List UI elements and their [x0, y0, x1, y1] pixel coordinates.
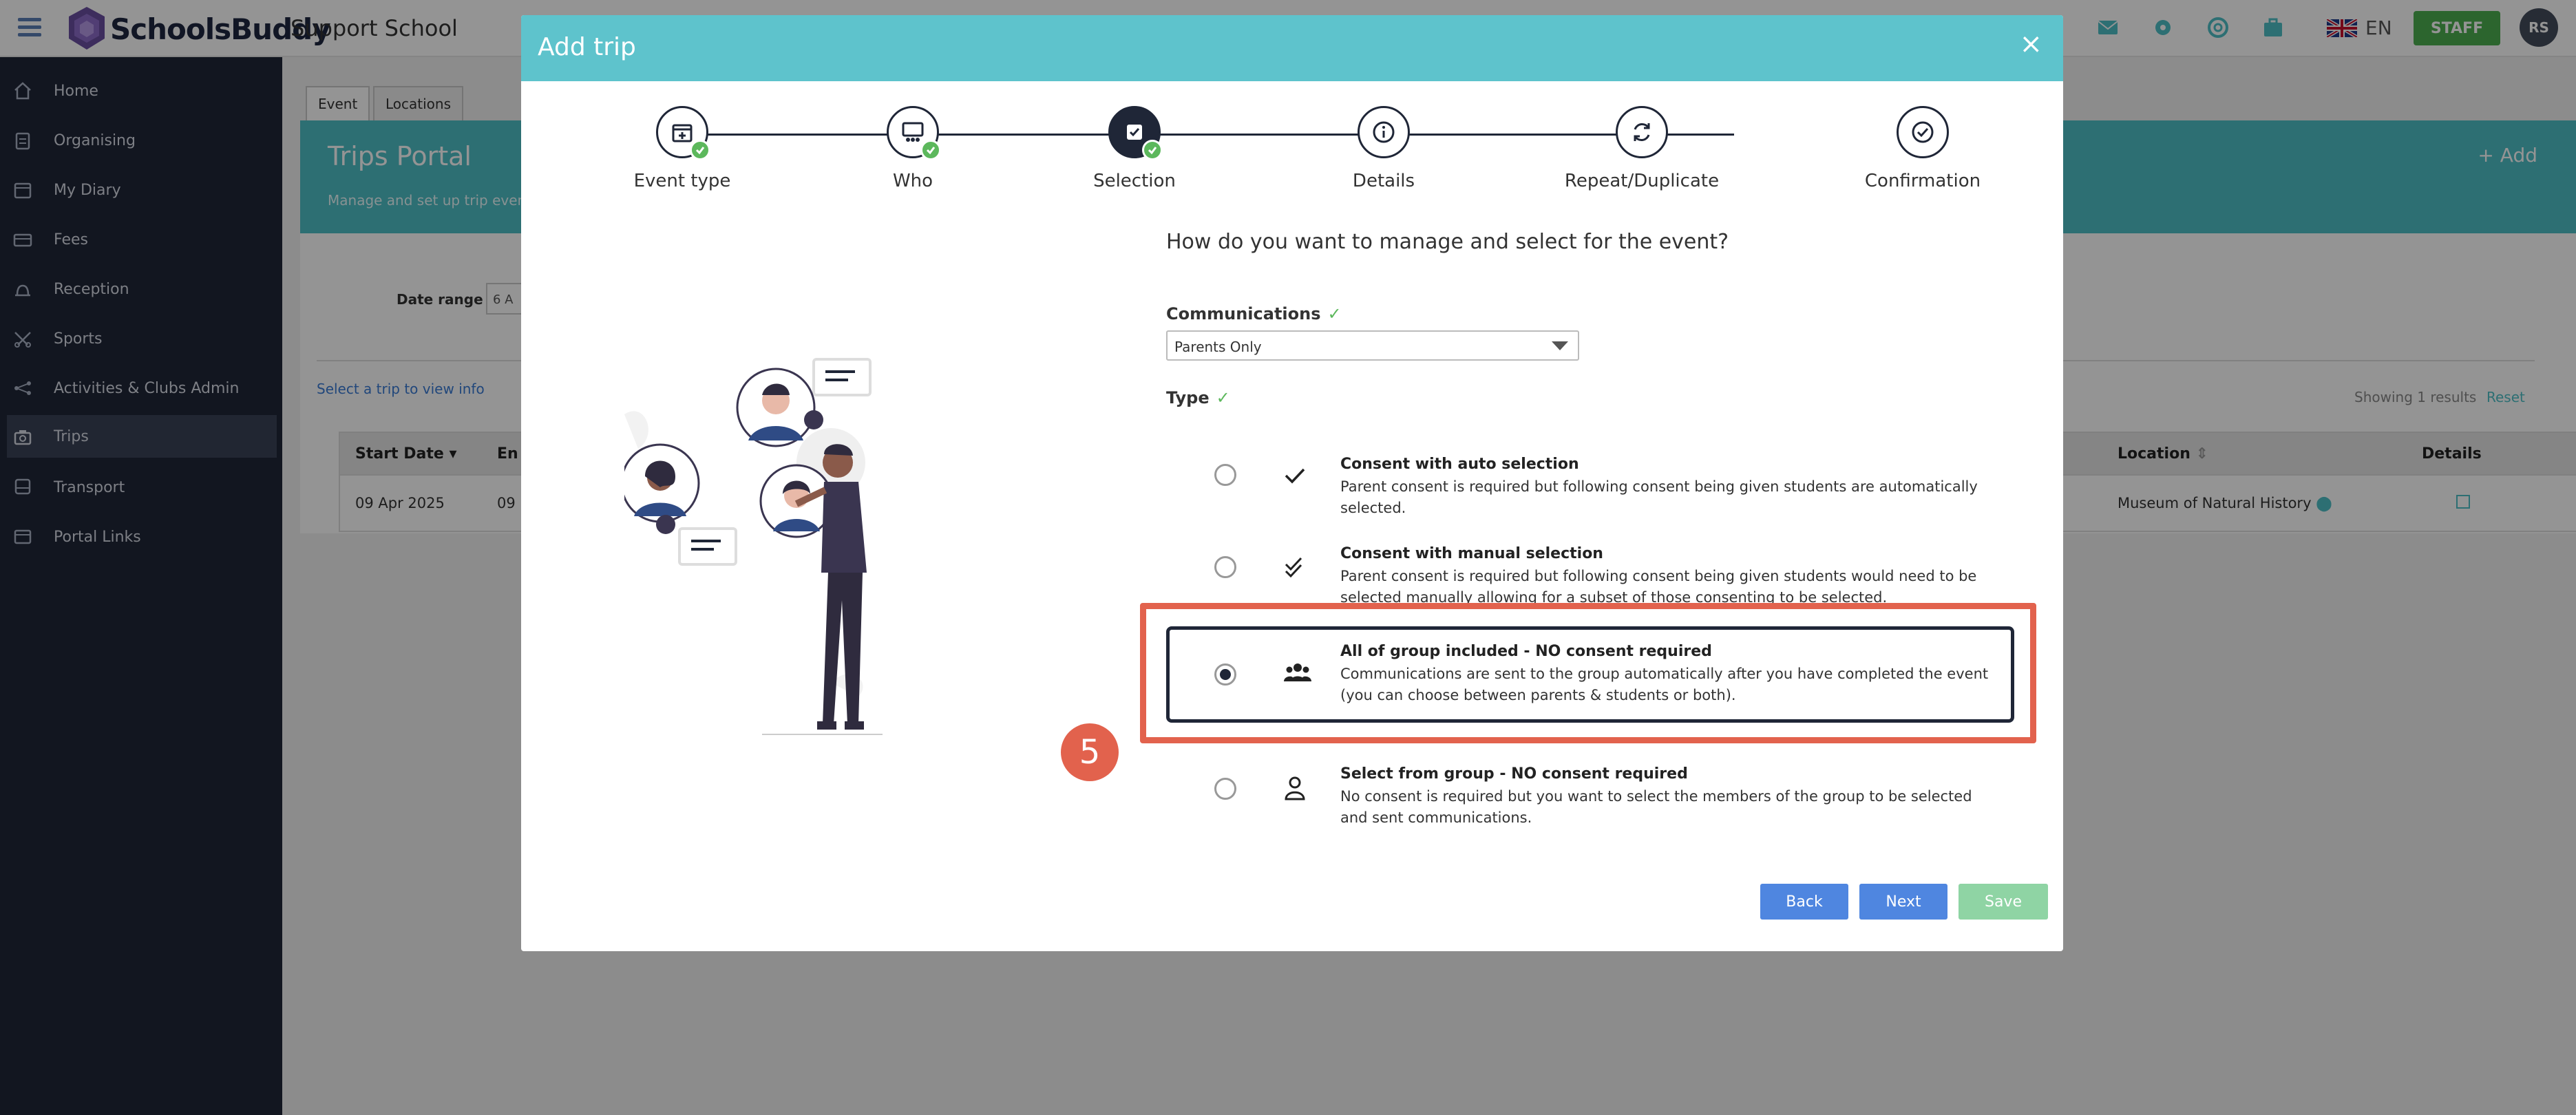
step-event-type[interactable]: [656, 106, 710, 160]
option-title: Consent with auto selection: [1340, 456, 1579, 473]
communications-select[interactable]: Parents Only: [1166, 330, 1579, 361]
checkbox-icon: [1127, 125, 1142, 140]
check-circle-icon: [1912, 121, 1934, 143]
step-label: Event type: [633, 171, 731, 191]
step-repeat-duplicate[interactable]: [1616, 106, 1668, 158]
save-button[interactable]: Save: [1959, 884, 2048, 920]
type-label: Type ✓: [1166, 388, 1230, 407]
option-consent-auto[interactable]: Consent with auto selection Parent conse…: [1166, 436, 2013, 516]
chevron-down-icon: [1552, 341, 1568, 350]
modal-header: Add trip ×: [521, 15, 2063, 81]
check-icon: ✓: [1216, 388, 1230, 407]
stepper-line: [682, 134, 1734, 136]
step-label: Who: [892, 171, 933, 191]
presentation-icon: [902, 122, 924, 142]
radio-consent-manual[interactable]: [1214, 556, 1236, 578]
option-title: Select from group - NO consent required: [1340, 765, 1688, 783]
double-check-icon: [1285, 557, 1302, 578]
option-description: No consent is required but you want to s…: [1340, 788, 1972, 826]
step-label: Details: [1352, 171, 1415, 191]
select-value: Parents Only: [1174, 339, 1262, 355]
annotation-step-badge: 5: [1061, 723, 1119, 781]
option-description: Parent consent is required but following…: [1340, 568, 1977, 606]
back-button[interactable]: Back: [1760, 884, 1848, 920]
person-icon: [1285, 776, 1305, 800]
calendar-add-icon: [672, 124, 693, 142]
option-title: Consent with manual selection: [1340, 545, 1603, 562]
step-label: Selection: [1093, 171, 1176, 191]
people-illustration: [624, 358, 883, 735]
check-icon: [1285, 468, 1305, 484]
modal-title: Add trip: [538, 33, 636, 61]
radio-consent-auto[interactable]: [1214, 464, 1236, 486]
annotation-highlight: [1140, 603, 2036, 743]
step-complete-icon: [1142, 140, 1163, 160]
selection-question: How do you want to manage and select for…: [1166, 230, 1729, 254]
step-complete-icon: [690, 140, 710, 160]
communications-label: Communications ✓: [1166, 304, 1342, 323]
step-label: Confirmation: [1864, 171, 1981, 191]
close-icon[interactable]: ×: [2019, 30, 2042, 58]
option-select-from-group[interactable]: Select from group - NO consent required …: [1166, 749, 2013, 838]
check-icon: ✓: [1327, 304, 1342, 323]
step-label: Repeat/Duplicate: [1564, 171, 1720, 191]
step-who[interactable]: [887, 106, 941, 160]
step-confirmation[interactable]: [1897, 106, 1949, 158]
refresh-icon: [1634, 123, 1650, 141]
step-selection[interactable]: [1108, 106, 1163, 160]
step-complete-icon: [920, 140, 941, 160]
info-icon: [1373, 121, 1395, 143]
option-description: Parent consent is required but following…: [1340, 478, 1978, 516]
next-button[interactable]: Next: [1859, 884, 1947, 920]
step-details[interactable]: [1358, 106, 1410, 158]
radio-select-from-group[interactable]: [1214, 778, 1236, 800]
add-trip-modal: Add trip × Event type Who Selection Deta…: [521, 15, 2063, 951]
